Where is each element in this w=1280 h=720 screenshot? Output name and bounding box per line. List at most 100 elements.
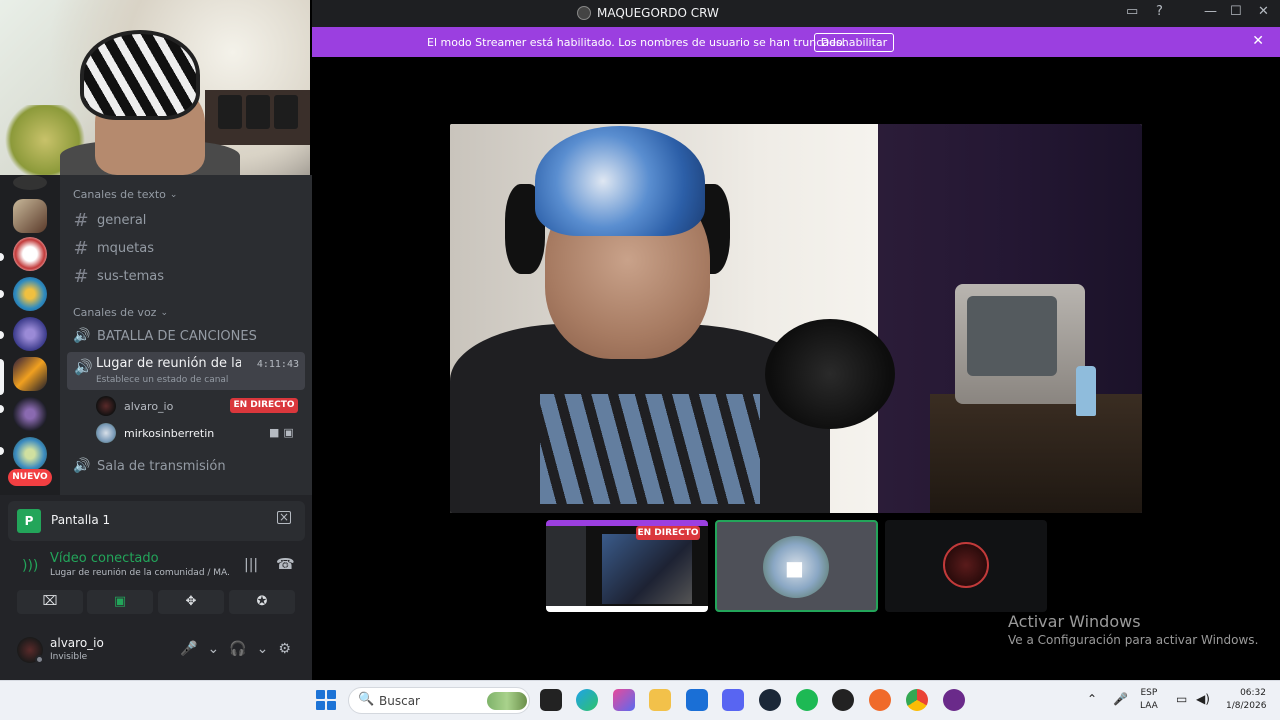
voice-user-alvaro[interactable]: alvaro_io — [96, 396, 173, 416]
edge-icon[interactable] — [576, 689, 598, 711]
chevron-up-icon[interactable]: ⌃ — [1087, 692, 1097, 706]
hash-icon: # — [73, 266, 89, 287]
windows-start-icon[interactable] — [316, 690, 336, 710]
video-table — [930, 394, 1142, 513]
camera-icon: ■ — [785, 556, 804, 580]
search-placeholder: Buscar — [379, 694, 420, 708]
screen-share-card[interactable]: P Pantalla 1 × — [8, 501, 305, 541]
server-icon-selected[interactable] — [13, 357, 47, 391]
channel-label: mquetas — [97, 241, 154, 256]
inbox-icon[interactable]: ▭ — [1126, 4, 1138, 19]
video-tv — [955, 284, 1085, 404]
search-icon: 🔍 — [358, 692, 375, 707]
channel-label: Sala de transmisión — [97, 458, 226, 474]
share-screen-button[interactable]: ▣ — [87, 590, 153, 614]
spotify-icon[interactable] — [796, 689, 818, 711]
voice-channel-sala[interactable]: 🔊 Sala de transmisión — [73, 458, 226, 474]
maximize-button[interactable]: ☐ — [1230, 4, 1242, 19]
server-icon[interactable] — [13, 277, 47, 311]
user-controls: 🎤 ⌄ 🎧 ⌄ ⚙ — [180, 641, 291, 657]
voice-channel-active[interactable]: 🔊 Lugar de reunión de la ... Establece u… — [67, 352, 305, 390]
thumbnail-stream[interactable]: EN DIRECTO — [546, 520, 708, 612]
server-icon[interactable] — [13, 237, 47, 271]
epic-games-icon[interactable] — [540, 689, 562, 711]
language-code: ESP — [1140, 688, 1158, 698]
noise-suppression-icon[interactable]: ||| — [244, 557, 258, 573]
store-icon[interactable] — [686, 689, 708, 711]
channel-sus-temas[interactable]: # sus-temas — [73, 266, 164, 287]
app-icon[interactable] — [943, 689, 965, 711]
server-unread-pill — [0, 405, 4, 413]
date: 1/8/2026 — [1226, 701, 1267, 711]
close-banner-icon[interactable]: ✕ — [1252, 33, 1264, 49]
camera-toggle-button[interactable]: ⌧ — [17, 590, 83, 614]
screen-share-active-icon: ▣ — [113, 594, 127, 609]
file-explorer-icon[interactable] — [649, 689, 671, 711]
category-label: Canales de voz — [73, 306, 157, 319]
video-bottle — [1076, 366, 1096, 416]
activities-button[interactable]: ✥ — [158, 590, 224, 614]
video-status-text: Vídeo conectado — [50, 551, 159, 566]
help-icon[interactable]: ? — [1156, 4, 1163, 19]
stop-share-icon[interactable]: × — [277, 511, 291, 524]
gear-icon[interactable]: ⚙ — [278, 641, 291, 657]
chevron-down-icon[interactable]: ⌄ — [257, 641, 269, 657]
server-icon[interactable] — [13, 437, 47, 471]
chevron-down-icon: ⌄ — [160, 307, 168, 318]
voice-channel-batalla[interactable]: 🔊 BATALLA DE CANCIONES — [73, 328, 257, 344]
channel-mquetas[interactable]: # mquetas — [73, 238, 154, 259]
category-text-channels[interactable]: Canales de texto ⌄ — [73, 188, 177, 201]
chevron-down-icon[interactable]: ⌄ — [207, 641, 219, 657]
main-video-feed[interactable] — [450, 124, 1142, 513]
server-unread-pill — [0, 331, 4, 339]
mic-icon[interactable]: 🎤 — [180, 641, 197, 657]
search-highlight-image — [487, 692, 527, 710]
minimize-button[interactable]: — — [1204, 4, 1217, 19]
language-indicator[interactable]: ESP LAA — [1140, 687, 1158, 713]
server-icon[interactable] — [13, 199, 47, 233]
steam-icon[interactable] — [759, 689, 781, 711]
soundboard-button[interactable]: ✪ — [229, 590, 295, 614]
thumb-live-badge: EN DIRECTO — [636, 526, 700, 540]
app-icon[interactable] — [832, 689, 854, 711]
server-icon[interactable] — [13, 397, 47, 431]
server-icon[interactable] — [13, 317, 47, 351]
volume-icon[interactable]: ◀) — [1196, 692, 1210, 706]
discord-icon[interactable] — [722, 689, 744, 711]
voice-user-mirko[interactable]: mirkosinberretin — [96, 423, 214, 443]
pdf-app-icon[interactable] — [613, 689, 635, 711]
activate-windows-title: Activar Windows — [1008, 612, 1141, 631]
video-location-text: Lugar de reunión de la comunidad / MA... — [50, 568, 230, 578]
server-icon[interactable] — [13, 175, 47, 190]
speaker-active-icon: 🔊 — [74, 358, 93, 376]
signal-icon[interactable]: ))) — [22, 558, 38, 574]
close-button[interactable]: ✕ — [1258, 4, 1269, 19]
brave-icon[interactable] — [869, 689, 891, 711]
chevron-down-icon: ⌄ — [169, 189, 178, 200]
keyboard-layout: LAA — [1140, 701, 1158, 711]
hash-icon: # — [73, 238, 89, 259]
chrome-icon[interactable] — [906, 689, 928, 711]
window-title-text: MAQUEGORDO CRW — [597, 6, 719, 20]
set-channel-status[interactable]: Establece un estado de canal — [96, 375, 228, 385]
channel-general[interactable]: # general — [73, 210, 146, 231]
network-icon[interactable]: ▭ — [1176, 692, 1187, 706]
camera-off-icon: ⌧ — [42, 594, 58, 609]
thumbnail-user[interactable] — [885, 520, 1047, 612]
disable-streamer-button[interactable]: Deshabilitar — [814, 33, 894, 52]
user-name[interactable]: alvaro_io — [50, 636, 104, 650]
taskbar-search[interactable]: 🔍 Buscar — [348, 687, 530, 714]
voice-user-name: alvaro_io — [124, 399, 174, 413]
hash-icon: # — [73, 210, 89, 231]
disconnect-icon[interactable]: ☎ — [276, 555, 295, 573]
clock[interactable]: 06:32 1/8/2026 — [1226, 687, 1266, 713]
category-voice-channels[interactable]: Canales de voz ⌄ — [73, 306, 168, 319]
headphones-icon[interactable]: 🎧 — [229, 641, 246, 657]
thumb-camera — [602, 534, 692, 604]
voice-user-name: mirkosinberretin — [124, 426, 215, 440]
thumbnail-user-video[interactable]: ■ — [715, 520, 878, 612]
activities-icon: ✥ — [185, 594, 197, 609]
mic-tray-icon[interactable]: 🎤 — [1113, 692, 1128, 706]
server-selected-pill — [0, 359, 4, 395]
screen-share-thumbnail: P — [17, 509, 41, 533]
